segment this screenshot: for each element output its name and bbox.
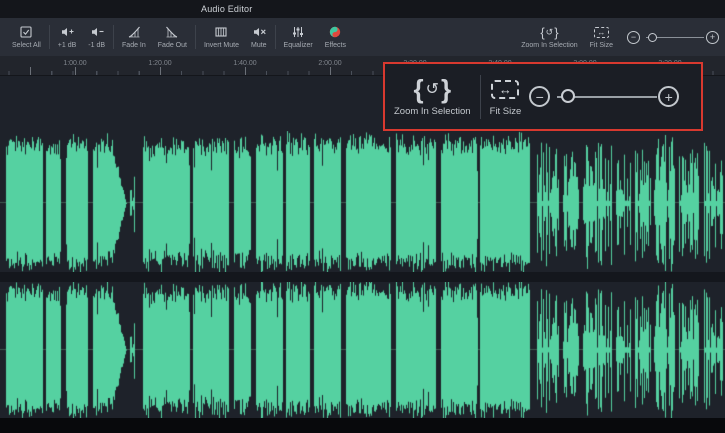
volume-up-icon: [60, 25, 74, 39]
toolbar-left-group: Select All +1 dB: [6, 18, 352, 56]
zoom-in-selection-label: Zoom In Selection: [521, 42, 577, 49]
volume-down-icon: [90, 25, 104, 39]
select-all-button[interactable]: Select All: [6, 18, 47, 56]
fit-size-label: Fit Size: [590, 42, 613, 49]
zoom-controls-callout: { ↺ } Zoom In Selection ↔ Fit Size − +: [383, 62, 703, 131]
brace-left-glyph: {: [540, 26, 544, 39]
fade-in-label: Fade In: [122, 42, 146, 49]
zoom-in-selection-icon: { ↺ }: [540, 25, 558, 39]
fit-size-button[interactable]: ↔ Fit Size: [584, 18, 619, 56]
zoom-slider-knob[interactable]: [561, 89, 575, 103]
fit-size-label-large: Fit Size: [490, 106, 522, 117]
fade-out-icon: [165, 25, 179, 39]
audio-editor-app: Audio Editor Select All: [0, 0, 725, 433]
fit-size-icon-large: ↔: [491, 76, 519, 102]
app-title: Audio Editor: [201, 4, 252, 14]
invert-mute-button[interactable]: Invert Mute: [198, 18, 245, 56]
mute-icon: [252, 25, 266, 39]
toolbar-zoom-group: { ↺ } Zoom In Selection ↔ Fit Size − +: [515, 18, 719, 56]
track-separator: [0, 272, 725, 282]
waveform-track-2[interactable]: [0, 282, 725, 418]
zoom-in-button-large[interactable]: +: [658, 86, 679, 107]
callout-separator: [480, 75, 481, 119]
zoom-in-selection-button[interactable]: { ↺ } Zoom In Selection: [515, 18, 583, 56]
plus-1db-label: +1 dB: [58, 42, 77, 49]
toolbar-separator: [195, 25, 196, 49]
waveform-canvas-2[interactable]: [0, 282, 725, 418]
cycle-glyph: ↺: [426, 79, 439, 99]
cycle-glyph: ↺: [546, 27, 554, 38]
zoom-out-button[interactable]: −: [627, 31, 640, 44]
zoom-slider-large[interactable]: [557, 86, 657, 107]
fade-in-icon: [127, 25, 141, 39]
brace-right-glyph: }: [554, 26, 558, 39]
fit-size-button-large[interactable]: ↔ Fit Size: [490, 76, 522, 117]
mute-label: Mute: [251, 42, 267, 49]
zoom-slider-knob[interactable]: [648, 33, 657, 42]
fade-out-button[interactable]: Fade Out: [152, 18, 193, 56]
effects-label: Effects: [325, 42, 346, 49]
time-label: 2:00.00: [318, 60, 341, 67]
brace-right-glyph: }: [441, 76, 451, 102]
fit-size-icon: ↔: [594, 25, 609, 39]
title-bar: Audio Editor: [0, 0, 725, 18]
zoom-slider[interactable]: [646, 31, 704, 44]
zoom-in-selection-button-large[interactable]: { ↺ } Zoom In Selection: [394, 76, 471, 117]
toolbar-separator: [275, 25, 276, 49]
toolbar-separator: [49, 25, 50, 49]
select-all-label: Select All: [12, 42, 41, 49]
zoom-in-button[interactable]: +: [706, 31, 719, 44]
equalizer-label: Equalizer: [284, 42, 313, 49]
select-all-icon: [19, 25, 33, 39]
effects-button[interactable]: Effects: [319, 18, 352, 56]
effects-icon: [328, 25, 342, 39]
fade-in-button[interactable]: Fade In: [116, 18, 152, 56]
time-label: 1:00.00: [63, 60, 86, 67]
bottom-bar: [0, 418, 725, 433]
plus-1db-button[interactable]: +1 dB: [52, 18, 83, 56]
brace-left-glyph: {: [413, 76, 423, 102]
equalizer-icon: [291, 25, 305, 39]
equalizer-button[interactable]: Equalizer: [278, 18, 319, 56]
time-label: 1:40.00: [233, 60, 256, 67]
fit-arrow-glyph: ↔: [499, 82, 512, 97]
minus-1db-label: -1 dB: [88, 42, 105, 49]
mute-button[interactable]: Mute: [245, 18, 273, 56]
invert-mute-icon: [214, 25, 228, 39]
main-toolbar: Select All +1 dB: [0, 18, 725, 56]
time-label: 1:20.00: [148, 60, 171, 67]
zoom-in-selection-icon-large: { ↺ }: [413, 76, 451, 102]
minus-1db-button[interactable]: -1 dB: [82, 18, 111, 56]
fit-arrow-glyph: ↔: [597, 28, 605, 37]
zoom-out-button-large[interactable]: −: [529, 86, 550, 107]
invert-mute-label: Invert Mute: [204, 42, 239, 49]
zoom-in-selection-label-large: Zoom In Selection: [394, 106, 471, 117]
fade-out-label: Fade Out: [158, 42, 187, 49]
toolbar-separator: [113, 25, 114, 49]
